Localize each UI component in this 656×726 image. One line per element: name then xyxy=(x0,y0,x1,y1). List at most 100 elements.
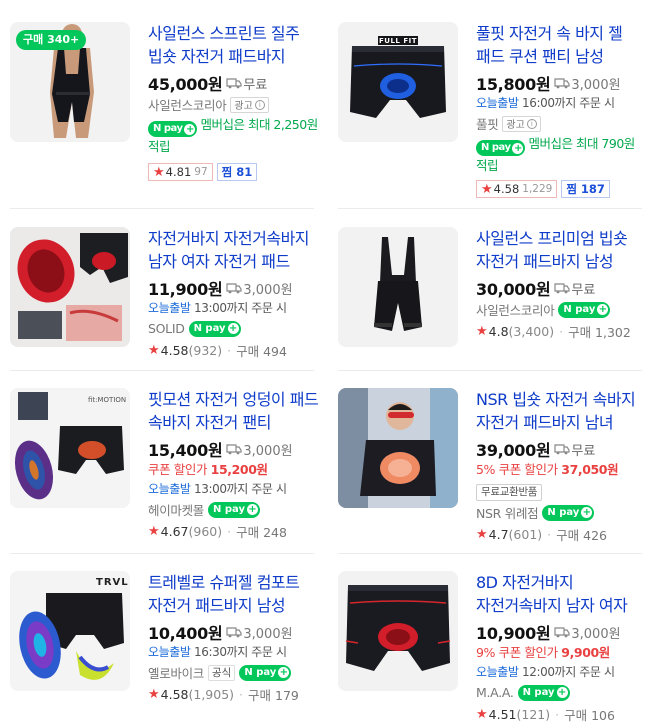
review-count[interactable]: (601) xyxy=(509,527,543,542)
product-card[interactable]: TRVL 트레벨로 슈퍼젤 컴포트 자전거 패드바지 남성 10,400원 3,… xyxy=(10,571,320,726)
seller-row: 풀핏 광고 i xyxy=(476,113,648,134)
product-card[interactable]: 구매 340+ 사일런스 스프린트 질주 빕숏 자전거 패드바지 45,000원… xyxy=(10,22,320,192)
plus-icon: + xyxy=(581,507,593,518)
product-thumbnail[interactable] xyxy=(338,227,458,347)
truck-icon xyxy=(554,444,570,455)
delivery-info: 오늘출발 16:30까지 주문 시 xyxy=(148,643,320,662)
rating-value: 4.67 xyxy=(160,523,189,539)
seller-name[interactable]: 사일런스코리아 xyxy=(476,300,555,319)
product-price: 45,000원 xyxy=(148,75,223,94)
product-price: 10,400원 xyxy=(148,624,223,643)
seller-name[interactable]: 풀핏 xyxy=(476,114,499,133)
price-row: 15,400원 3,000원 xyxy=(148,438,320,460)
purchase-count: 구매 248 xyxy=(236,524,287,540)
product-info: 사일런스 프리미엄 빕숏 자전거 패드바지 남성 30,000원 무료 사일런스… xyxy=(476,227,648,342)
coupon-price: 5% 쿠폰 할인가 37,050원 xyxy=(476,460,648,480)
seller-name[interactable]: 사일런스코리아 xyxy=(148,95,227,114)
delivery-info: 오늘출발 13:00까지 주문 시 xyxy=(148,480,320,499)
separator-dot: · xyxy=(227,342,232,358)
product-info: 사일런스 스프린트 질주 빕숏 자전거 패드바지 45,000원 무료 사일런스… xyxy=(148,22,320,183)
coupon-label: 5% 쿠폰 할인가 xyxy=(476,462,558,477)
divider xyxy=(10,208,314,209)
rating-value: 4.58 xyxy=(160,342,189,358)
seller-name[interactable]: 헤이마켓몰 xyxy=(148,500,204,519)
rating-row: ★ 4.58 1,229 찜 187 xyxy=(476,178,648,200)
product-thumbnail[interactable] xyxy=(338,388,458,508)
delivery-deadline: 16:00까지 주문 시 xyxy=(518,96,615,110)
product-thumbnail[interactable]: 구매 340+ xyxy=(10,22,130,142)
zzim-count[interactable]: 찜 81 xyxy=(216,163,258,181)
product-title[interactable]: 풀핏 자전거 속 바지 젤 패드 쿠션 팬티 남성 xyxy=(476,22,648,68)
membership-benefit: N pay + 멤버십은 최대 2,250원 적립 xyxy=(148,115,320,157)
plus-icon: + xyxy=(278,667,290,678)
product-card[interactable]: FULL FIT 풀핏 자전거 속 바지 젤 패드 쿠션 팬티 남성 15,80… xyxy=(338,22,648,198)
review-count[interactable]: (3,400) xyxy=(509,324,555,339)
delivery-info: 오늘출발 12:00까지 주문 시 xyxy=(476,663,648,682)
price-row: 39,000원 무료 xyxy=(476,438,648,460)
product-card[interactable]: 사일런스 프리미엄 빕숏 자전거 패드바지 남성 30,000원 무료 사일런스… xyxy=(338,227,648,397)
product-title[interactable]: 트레벨로 슈퍼젤 컴포트 자전거 패드바지 남성 xyxy=(148,571,320,617)
product-title[interactable]: 8D 자전거바지 자전거속바지 남자 여자 패드 xyxy=(476,571,648,617)
coupon-price-value: 9,900원 xyxy=(561,645,610,660)
delivery-today: 오늘출발 xyxy=(148,645,191,659)
product-card[interactable]: NSR 빕숏 자전거 속바지 자전거 패드바지 남녀 39,000원 무료 5%… xyxy=(338,388,648,558)
product-price: 10,900원 xyxy=(476,624,551,643)
product-title[interactable]: 핏모션 자전거 엉덩이 패드 속바지 자전거 팬티 xyxy=(148,388,320,434)
brand-logo-text: TRVL xyxy=(96,577,129,588)
product-thumbnail[interactable] xyxy=(10,227,130,347)
product-thumbnail[interactable]: TRVL xyxy=(10,571,130,691)
review-count[interactable]: (960) xyxy=(189,524,223,539)
rating-value: 4.7 xyxy=(488,526,509,542)
zzim-count[interactable]: 찜 187 xyxy=(561,180,610,198)
product-title[interactable]: 사일런스 스프린트 질주 빕숏 자전거 패드바지 xyxy=(148,22,320,68)
coupon-price-value: 15,200원 xyxy=(210,462,268,477)
rating-value: 4.81 xyxy=(165,165,192,179)
product-thumbnail[interactable] xyxy=(338,571,458,691)
review-count: 1,229 xyxy=(522,183,553,195)
product-thumbnail[interactable]: fit:MOTION xyxy=(10,388,130,508)
truck-icon xyxy=(554,627,570,638)
official-tag: 공식 xyxy=(208,664,236,681)
hip-pad-underwear-image xyxy=(10,388,130,508)
seller-row: 옐로바이크 공식 N pay + xyxy=(148,662,320,683)
ad-tag[interactable]: 광고 i xyxy=(502,115,541,132)
review-count[interactable]: (1,905) xyxy=(189,687,235,702)
seller-name[interactable]: M.A.A. xyxy=(476,685,514,700)
product-card[interactable]: 8D 자전거바지 자전거속바지 남자 여자 패드 10,900원 3,000원 … xyxy=(338,571,648,726)
product-thumbnail[interactable]: FULL FIT xyxy=(338,22,458,142)
seller-name[interactable]: NSR 위례점 xyxy=(476,503,539,522)
product-info: NSR 빕숏 자전거 속바지 자전거 패드바지 남녀 39,000원 무료 5%… xyxy=(476,388,648,545)
product-title[interactable]: NSR 빕숏 자전거 속바지 자전거 패드바지 남녀 xyxy=(476,388,648,434)
rating-row: ★ 4.8 (3,400) · 구매 1,302 xyxy=(476,320,648,342)
separator-dot: · xyxy=(227,523,232,539)
shipping-fee: 3,000원 xyxy=(243,626,293,642)
npay-badge: N pay + xyxy=(476,140,526,156)
divider xyxy=(338,370,642,371)
product-title[interactable]: 사일런스 프리미엄 빕숏 자전거 패드바지 남성 xyxy=(476,227,648,273)
purchase-count: 구매 426 xyxy=(556,527,607,543)
product-price: 11,900원 xyxy=(148,280,223,299)
npay-label: N pay xyxy=(522,687,555,698)
rating-row: ★ 4.58 (932) · 구매 494 xyxy=(148,339,320,361)
npay-label: N pay xyxy=(481,142,511,153)
price-row: 10,900원 3,000원 xyxy=(476,621,648,643)
review-count[interactable]: (932) xyxy=(189,343,223,358)
review-count[interactable]: (121) xyxy=(517,707,551,722)
plus-icon: + xyxy=(246,504,258,515)
truck-icon xyxy=(554,78,570,89)
truck-icon xyxy=(554,283,570,294)
npay-label: N pay xyxy=(213,504,245,515)
npay-badge: N pay + xyxy=(558,301,611,318)
npay-label: N pay xyxy=(153,123,183,134)
npay-label: N pay xyxy=(244,667,277,678)
rating-box: ★ 4.58 1,229 xyxy=(476,180,558,198)
product-title[interactable]: 자전거바지 자전거속바지 남자 여자 자전거 패드 xyxy=(148,227,320,273)
seller-name[interactable]: SOLID xyxy=(148,321,185,336)
truck-icon xyxy=(226,78,242,89)
product-card[interactable]: 자전거바지 자전거속바지 남자 여자 자전거 패드 11,900원 3,000원… xyxy=(10,227,320,397)
product-card[interactable]: fit:MOTION 핏모션 자전거 엉덩이 패드 속바지 자전거 팬티 15,… xyxy=(10,388,320,558)
product-info: 풀핏 자전거 속 바지 젤 패드 쿠션 팬티 남성 15,800원 3,000원… xyxy=(476,22,648,200)
ad-tag[interactable]: 광고 i xyxy=(230,96,269,113)
seller-name[interactable]: 옐로바이크 xyxy=(148,663,204,682)
npay-badge: N pay + xyxy=(239,664,292,681)
